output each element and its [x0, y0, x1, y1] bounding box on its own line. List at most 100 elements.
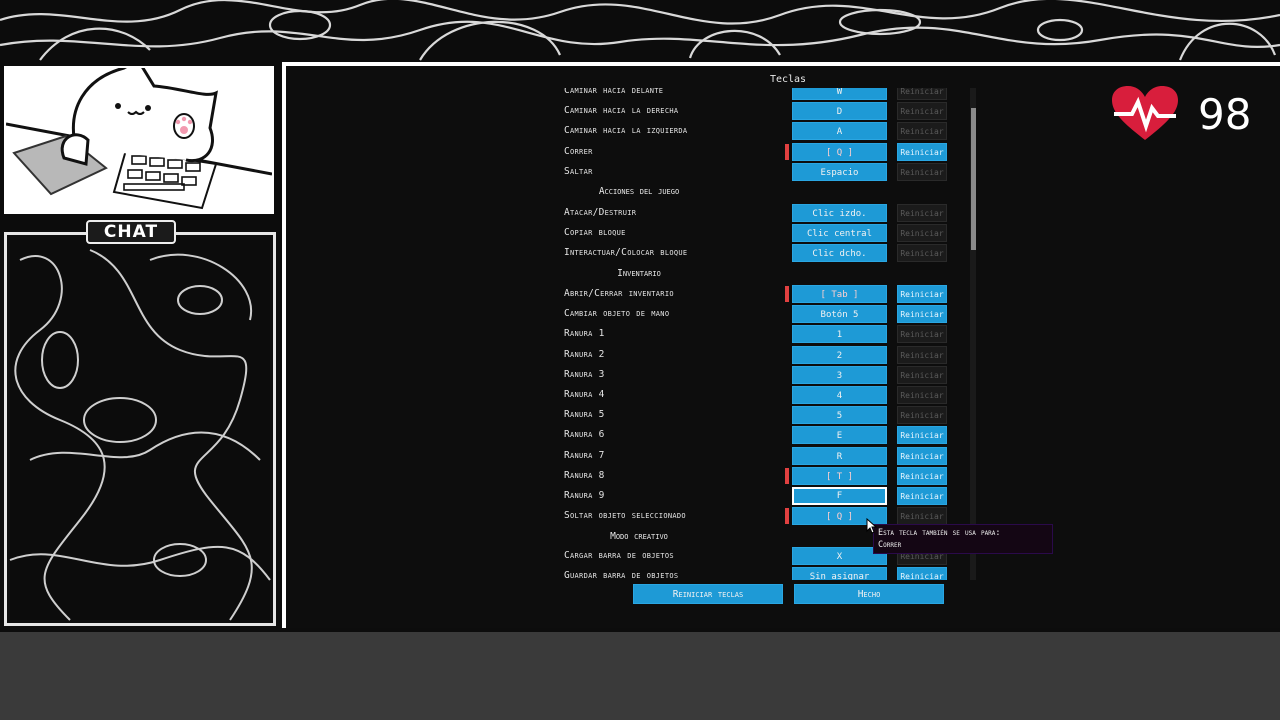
keybind-label: Ranura 7 — [564, 449, 605, 461]
keybind-row: Ranura 6 E Reiniciar — [305, 426, 973, 446]
reset-button[interactable]: Reiniciar — [897, 567, 947, 580]
section-header: Acciones del juego — [598, 186, 680, 197]
reset-button[interactable]: Reiniciar — [897, 224, 947, 243]
keybind-row: Ranura 8 [ T ] Reiniciar — [305, 466, 973, 487]
keybind-button[interactable]: Clic central — [792, 224, 887, 243]
keybind-label: Caminar hacia la izquierda — [564, 125, 688, 137]
keybind-label: Ranura 2 — [564, 348, 605, 360]
keybind-label: Atacar/Destruir — [564, 207, 637, 218]
chat-label: CHAT — [86, 220, 176, 244]
keybind-button[interactable]: Sin asignar — [792, 567, 887, 580]
mouse-cursor-icon — [866, 518, 878, 534]
reset-button[interactable]: Reiniciar — [897, 102, 947, 121]
conflict-tooltip: Esta tecla también se usa para: Correr — [873, 524, 1053, 554]
keybind-row: Saltar Espacio Reiniciar — [305, 162, 973, 183]
reset-button[interactable]: Reiniciar — [897, 426, 947, 445]
keybind-row: Abrir/Cerrar inventario [ Tab ] Reiniciar — [305, 285, 973, 305]
keybind-label: Guardar barra de objetos — [564, 570, 679, 580]
keybind-label: Soltar objeto seleccionado — [564, 510, 686, 522]
reset-keys-button[interactable]: Reiniciar teclas — [633, 584, 783, 604]
keybind-row: Cambiar objeto de mano Botón 5 Reiniciar — [305, 305, 973, 325]
keybind-button[interactable]: 1 — [792, 325, 887, 344]
keybind-label: Cambiar objeto de mano — [564, 308, 670, 320]
keybind-button[interactable]: 4 — [792, 386, 887, 404]
reset-button[interactable]: Reiniciar — [897, 162, 947, 181]
keybind-button[interactable]: D — [792, 102, 887, 121]
bongo-cat-icon — [6, 68, 272, 212]
reset-button[interactable]: Reiniciar — [897, 88, 947, 100]
keybind-button[interactable]: R — [792, 446, 887, 465]
keybind-label: Ranura 3 — [564, 368, 605, 380]
keybind-button[interactable]: Clic izdo. — [792, 204, 887, 222]
keybind-button[interactable]: Clic dcho. — [792, 244, 887, 263]
reset-button[interactable]: Reiniciar — [897, 507, 947, 526]
reset-button[interactable]: Reiniciar — [897, 345, 947, 364]
keybind-label: Ranura 1 — [564, 328, 605, 340]
keybind-label: Interactuar/Colocar bloque — [564, 247, 688, 259]
heart-rate-widget: 98 — [1112, 86, 1277, 146]
done-button[interactable]: Hecho — [794, 584, 944, 604]
reset-button[interactable]: Reiniciar — [897, 365, 947, 384]
keybind-label: Ranura 6 — [564, 429, 605, 441]
keybind-row: Ranura 7 R Reiniciar — [305, 446, 973, 467]
keybind-row: Interactuar/Colocar bloque Clic dcho. Rein… — [305, 244, 973, 264]
keybind-button[interactable]: 2 — [792, 345, 887, 364]
keybind-row: Ranura 4 4 Reiniciar — [305, 386, 973, 406]
tooltip-line-2: Correr — [878, 540, 902, 550]
keybind-label: Saltar — [564, 165, 593, 177]
keybind-button[interactable]: Espacio — [792, 162, 887, 181]
keybind-row: Ranura 1 1 Reiniciar — [305, 325, 973, 345]
reset-button[interactable]: Reiniciar — [897, 446, 947, 465]
keybind-list: Caminar hacia delante W Reiniciar Caminar h… — [305, 88, 973, 580]
keybind-label: Caminar hacia delante — [564, 88, 664, 96]
keybind-label: Cargar barra de objetos — [564, 550, 674, 561]
keybind-row: Caminar hacia la derecha D Reiniciar — [305, 102, 973, 122]
keybind-button[interactable]: Botón 5 — [792, 305, 887, 324]
keybind-row: Caminar hacia la izquierda A Reiniciar — [305, 122, 973, 142]
keybind-button[interactable]: A — [792, 122, 887, 141]
keybind-row: Guardar barra de objetos Sin asignar Reini… — [305, 567, 973, 580]
tooltip-line-1: Esta tecla también se usa para: — [878, 528, 1001, 538]
keybind-label: Ranura 5 — [564, 409, 605, 421]
conflict-marker — [785, 467, 789, 484]
keybind-button[interactable]: [ T ] — [792, 466, 887, 485]
keybind-label: Ranura 9 — [564, 490, 605, 501]
keybind-label: Copiar bloque — [564, 227, 626, 239]
keybind-label: Ranura 8 — [564, 469, 605, 481]
keybind-button[interactable]: 5 — [792, 406, 887, 425]
reset-button[interactable]: Reiniciar — [897, 122, 947, 141]
reset-button[interactable]: Reiniciar — [897, 487, 947, 505]
keybind-button[interactable]: [ Tab ] — [792, 285, 887, 303]
keybind-button[interactable]: E — [792, 426, 887, 445]
keybind-label: Caminar hacia la derecha — [564, 105, 679, 117]
keybind-row: Atacar/Destruir Clic izdo. Reiniciar — [305, 204, 973, 224]
heart-rate-value: 98 — [1198, 90, 1252, 139]
conflict-marker — [785, 143, 789, 160]
keybind-row: Copiar bloque Clic central Reiniciar — [305, 224, 973, 244]
reset-button[interactable]: Reiniciar — [897, 325, 947, 344]
reset-button[interactable]: Reiniciar — [897, 244, 947, 263]
keybind-button[interactable]: F — [792, 487, 887, 505]
reset-button[interactable]: Reiniciar — [897, 142, 947, 161]
section-header: Inventario — [617, 268, 661, 279]
reset-button[interactable]: Reiniciar — [897, 466, 947, 485]
reset-button[interactable]: Reiniciar — [897, 305, 947, 324]
conflict-marker — [785, 286, 789, 302]
reset-button[interactable]: Reiniciar — [897, 386, 947, 404]
keybind-row: Ranura 9 F Reiniciar — [305, 487, 973, 507]
keybind-row: Ranura 3 3 Reiniciar — [305, 365, 973, 386]
keybind-row: Ranura 5 5 Reiniciar — [305, 406, 973, 426]
screen-title: Teclas — [769, 74, 807, 85]
reset-button[interactable]: Reiniciar — [897, 406, 947, 425]
bottom-strip — [0, 632, 1280, 720]
reset-button[interactable]: Reiniciar — [897, 285, 947, 303]
keybind-button[interactable]: [ Q ] — [792, 142, 887, 161]
keybind-row: Ranura 2 2 Reiniciar — [305, 345, 973, 366]
keybind-button[interactable]: 3 — [792, 365, 887, 384]
keybind-label: Ranura 4 — [564, 389, 605, 400]
keybind-button[interactable]: W — [792, 88, 887, 100]
reset-button[interactable]: Reiniciar — [897, 204, 947, 222]
keybind-row: Correr [ Q ] Reiniciar — [305, 142, 973, 163]
keybind-label: Correr — [564, 145, 593, 157]
keybind-row: Caminar hacia delante W Reiniciar — [305, 88, 973, 102]
